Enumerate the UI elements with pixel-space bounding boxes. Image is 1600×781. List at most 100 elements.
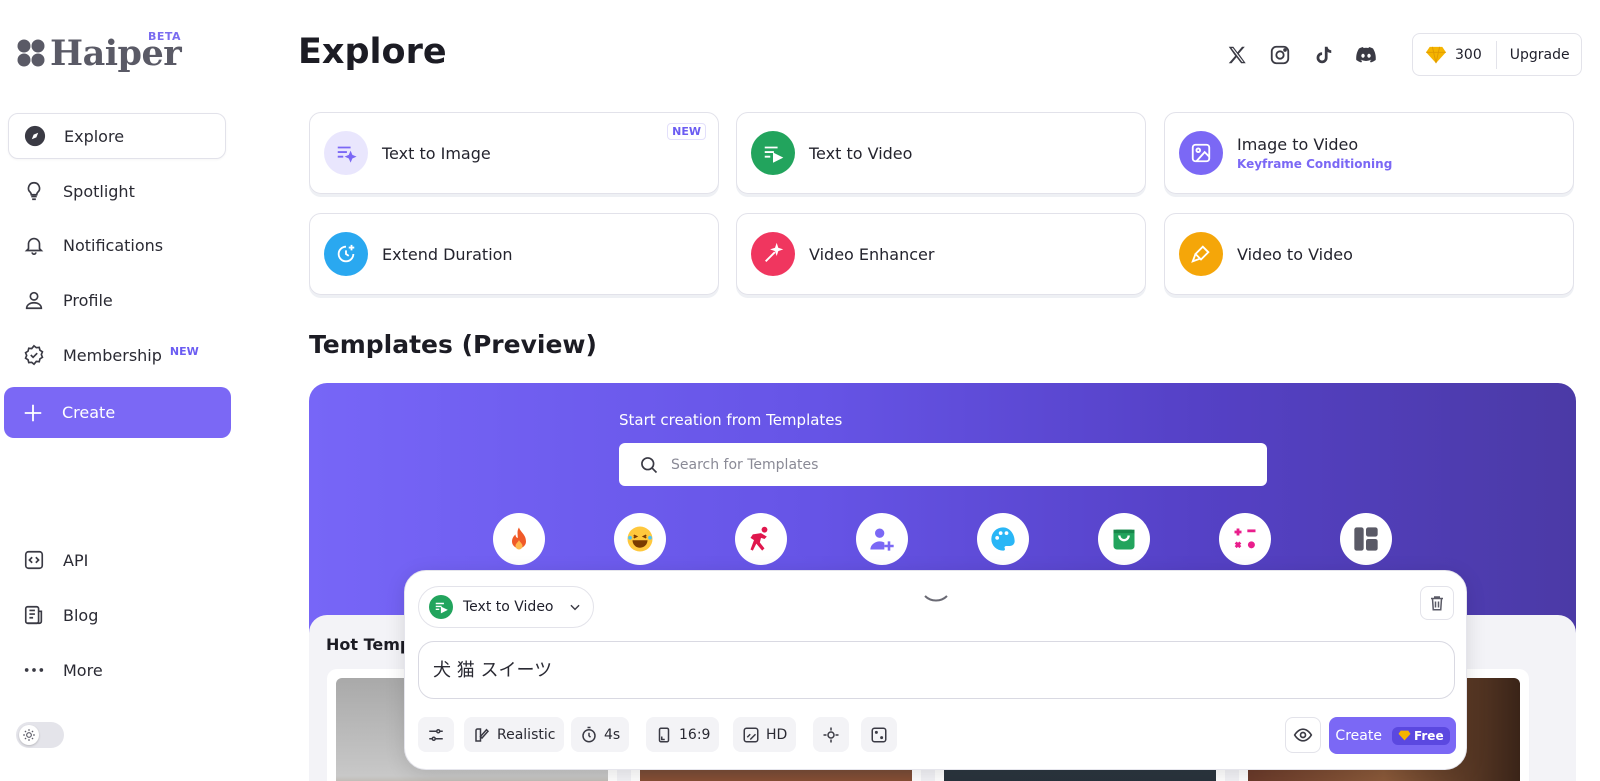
create-button-label: Create — [62, 403, 116, 422]
chevron-down-icon — [569, 604, 580, 611]
category-hot[interactable] — [493, 513, 545, 565]
create-composer: Text to Video 犬 猫 スイーツ Realistic 4s 16:9… — [404, 570, 1467, 770]
category-shopping[interactable] — [1098, 513, 1150, 565]
gem-icon — [1426, 46, 1446, 63]
trash-button[interactable] — [1420, 586, 1454, 620]
tool-image-to-video[interactable]: Image to Video Keyframe Conditioning — [1164, 112, 1574, 194]
brush-icon — [1179, 232, 1223, 276]
tool-label: Text to Video — [809, 143, 913, 163]
collapse-chevron-icon[interactable] — [923, 593, 949, 605]
tool-video-to-video[interactable]: Video to Video — [1164, 213, 1574, 295]
seed-button[interactable] — [861, 717, 897, 752]
tool-video-enhancer[interactable]: Video Enhancer — [736, 213, 1146, 295]
category-dance[interactable] — [735, 513, 787, 565]
bell-icon — [22, 233, 46, 257]
sidebar-item-label: Blog — [63, 605, 99, 625]
mode-select[interactable]: Text to Video — [418, 586, 594, 628]
code-icon — [22, 548, 46, 572]
magic-wand-icon — [751, 232, 795, 276]
new-badge: NEW — [667, 123, 706, 140]
sliders-icon — [429, 728, 443, 741]
dancing-person-icon — [750, 526, 768, 551]
user-plus-icon — [870, 528, 894, 551]
category-character[interactable] — [856, 513, 908, 565]
sidebar-item-membership[interactable]: Membership NEW — [8, 332, 226, 378]
style-chip[interactable]: Realistic — [464, 717, 565, 752]
category-art[interactable] — [977, 513, 1029, 565]
theme-toggle[interactable] — [16, 722, 64, 748]
category-layout[interactable] — [1340, 513, 1392, 565]
sidebar-item-label: API — [63, 550, 89, 570]
sidebar-item-spotlight[interactable]: Spotlight — [8, 168, 226, 214]
trash-icon — [1431, 596, 1443, 611]
plus-icon — [22, 402, 44, 424]
sidebar-item-label: More — [63, 660, 103, 680]
laughing-emoji-icon — [627, 526, 653, 552]
preview-button[interactable] — [1285, 717, 1321, 753]
credits-count: 300 — [1413, 40, 1497, 69]
tiktok-icon[interactable] — [1310, 42, 1336, 68]
prompt-input[interactable]: 犬 猫 スイーツ — [418, 641, 1455, 699]
tool-label: Video to Video — [1237, 244, 1353, 264]
tool-label: Text to Image — [382, 143, 491, 163]
credits-value: 300 — [1455, 46, 1482, 63]
generate-label: Create — [1335, 727, 1382, 744]
tool-extend-duration[interactable]: Extend Duration — [309, 213, 719, 295]
badge-check-icon — [22, 343, 46, 367]
camera-motion-icon — [823, 727, 839, 742]
shopping-bag-icon — [1113, 529, 1135, 550]
compass-icon — [23, 124, 47, 148]
x-icon[interactable] — [1224, 42, 1250, 68]
lightbulb-icon — [22, 179, 46, 203]
fire-icon — [512, 527, 526, 550]
sidebar-item-blog[interactable]: Blog — [8, 592, 226, 638]
free-label: Free — [1413, 728, 1444, 743]
settings-button[interactable] — [418, 717, 454, 752]
clover-logo-icon — [17, 39, 45, 67]
layout-icon — [1354, 527, 1378, 551]
sidebar-item-label: Membership — [63, 345, 162, 365]
category-funny[interactable] — [614, 513, 666, 565]
tool-label: Video Enhancer — [809, 244, 935, 264]
sun-icon — [19, 725, 39, 745]
tool-label: Extend Duration — [382, 244, 513, 264]
create-button[interactable]: Create — [4, 387, 231, 438]
text-video-icon — [751, 131, 795, 175]
generate-button[interactable]: Create Free — [1329, 717, 1456, 754]
tool-label: Image to Video — [1237, 135, 1359, 154]
style-brush-icon — [475, 727, 490, 742]
sidebar-item-api[interactable]: API — [8, 537, 226, 583]
tool-text-to-image[interactable]: Text to Image NEW — [309, 112, 719, 194]
tool-sublabel[interactable]: Keyframe Conditioning — [1237, 157, 1392, 171]
sidebar-item-explore[interactable]: Explore — [8, 113, 226, 159]
sidebar-item-label: Spotlight — [63, 181, 135, 201]
upgrade-button[interactable]: Upgrade — [1497, 47, 1570, 63]
beta-badge: BETA — [148, 30, 182, 43]
text-video-icon — [429, 595, 453, 619]
timer-plus-icon — [324, 232, 368, 276]
shapes-icon — [1234, 528, 1256, 549]
quality-value: HD — [766, 726, 788, 743]
sidebar-item-label: Profile — [63, 290, 113, 310]
motion-button[interactable] — [813, 717, 849, 752]
page-title: Explore — [298, 32, 447, 72]
newspaper-icon — [22, 603, 46, 627]
credits-box: 300 Upgrade — [1412, 33, 1582, 76]
sidebar-item-label: Explore — [64, 126, 125, 146]
duration-chip[interactable]: 4s — [571, 717, 630, 752]
instagram-icon[interactable] — [1267, 42, 1293, 68]
discord-icon[interactable] — [1353, 42, 1379, 68]
sidebar-item-profile[interactable]: Profile — [8, 277, 226, 323]
banner-label: Start creation from Templates — [619, 411, 843, 429]
tool-text-to-video[interactable]: Text to Video — [736, 112, 1146, 194]
aspect-ratio-chip[interactable]: 16:9 — [646, 717, 720, 752]
quality-chip[interactable]: HD — [733, 717, 797, 752]
template-search-input[interactable]: Search for Templates — [619, 443, 1267, 486]
sidebar-item-notifications[interactable]: Notifications — [8, 222, 226, 268]
sidebar-item-more[interactable]: More — [8, 647, 226, 693]
palette-icon — [991, 527, 1015, 551]
new-badge: NEW — [169, 344, 199, 358]
category-shapes[interactable] — [1219, 513, 1271, 565]
eye-icon — [1293, 728, 1313, 742]
sidebar-item-label: Notifications — [63, 235, 164, 255]
